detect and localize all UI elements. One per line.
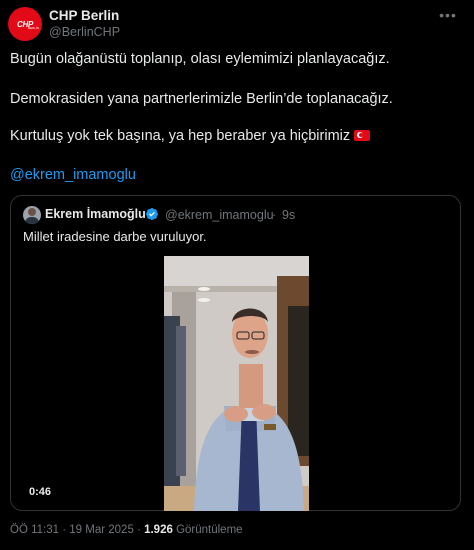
meta-separator: · xyxy=(62,524,67,536)
quoted-tweet-text: Millet iradesine darbe vuruluyor. xyxy=(23,229,207,244)
tweet-text-line-3-text: Kurtuluş yok tek başına, ya hep beraber … xyxy=(10,128,351,144)
tweet: CHP BERLİN CHP Berlin @BerlinCHP ••• Bug… xyxy=(0,0,474,550)
quoted-timestamp[interactable]: 9s xyxy=(282,208,295,222)
quoted-author-handle[interactable]: @ekrem_imamoglu xyxy=(165,208,274,222)
tweet-meta: ÖÖ 11:31 · 19 Mar 2025 · 1.926 Görüntüle… xyxy=(10,524,243,536)
quoted-author-avatar[interactable] xyxy=(23,206,41,224)
turkey-flag-icon xyxy=(354,130,371,141)
meta-separator: · xyxy=(137,524,141,536)
tweet-text-line-1: Bugün olağanüstü toplanıp, olası eylemim… xyxy=(10,51,390,67)
mention-link[interactable]: @ekrem_imamoglu xyxy=(10,167,136,183)
video-player[interactable] xyxy=(164,256,309,511)
more-icon[interactable]: ••• xyxy=(436,8,460,22)
author-avatar[interactable]: CHP BERLİN xyxy=(8,7,42,41)
tweet-date[interactable]: 19 Mar 2025 xyxy=(69,524,134,536)
avatar-logo-subtext: BERLİN xyxy=(28,26,39,30)
quoted-separator: · xyxy=(272,208,277,222)
tweet-time[interactable]: ÖÖ 11:31 xyxy=(10,524,59,536)
verified-badge-icon xyxy=(146,208,158,220)
author-handle[interactable]: @BerlinCHP xyxy=(49,25,120,39)
author-name[interactable]: CHP Berlin xyxy=(49,8,119,23)
tweet-text-line-2: Demokrasiden yana partnerlerimizle Berli… xyxy=(10,91,393,107)
video-duration: 0:46 xyxy=(29,486,52,498)
views-label: Görüntüleme xyxy=(176,524,243,536)
quoted-tweet[interactable]: Ekrem İmamoğlu @ekrem_imamoglu · 9s Mill… xyxy=(10,195,461,511)
tweet-text-line-3: Kurtuluş yok tek başına, ya hep beraber … xyxy=(10,128,371,144)
quoted-author-name[interactable]: Ekrem İmamoğlu xyxy=(45,207,146,221)
views-count: 1.926 xyxy=(144,524,173,536)
video-frame xyxy=(164,256,309,511)
